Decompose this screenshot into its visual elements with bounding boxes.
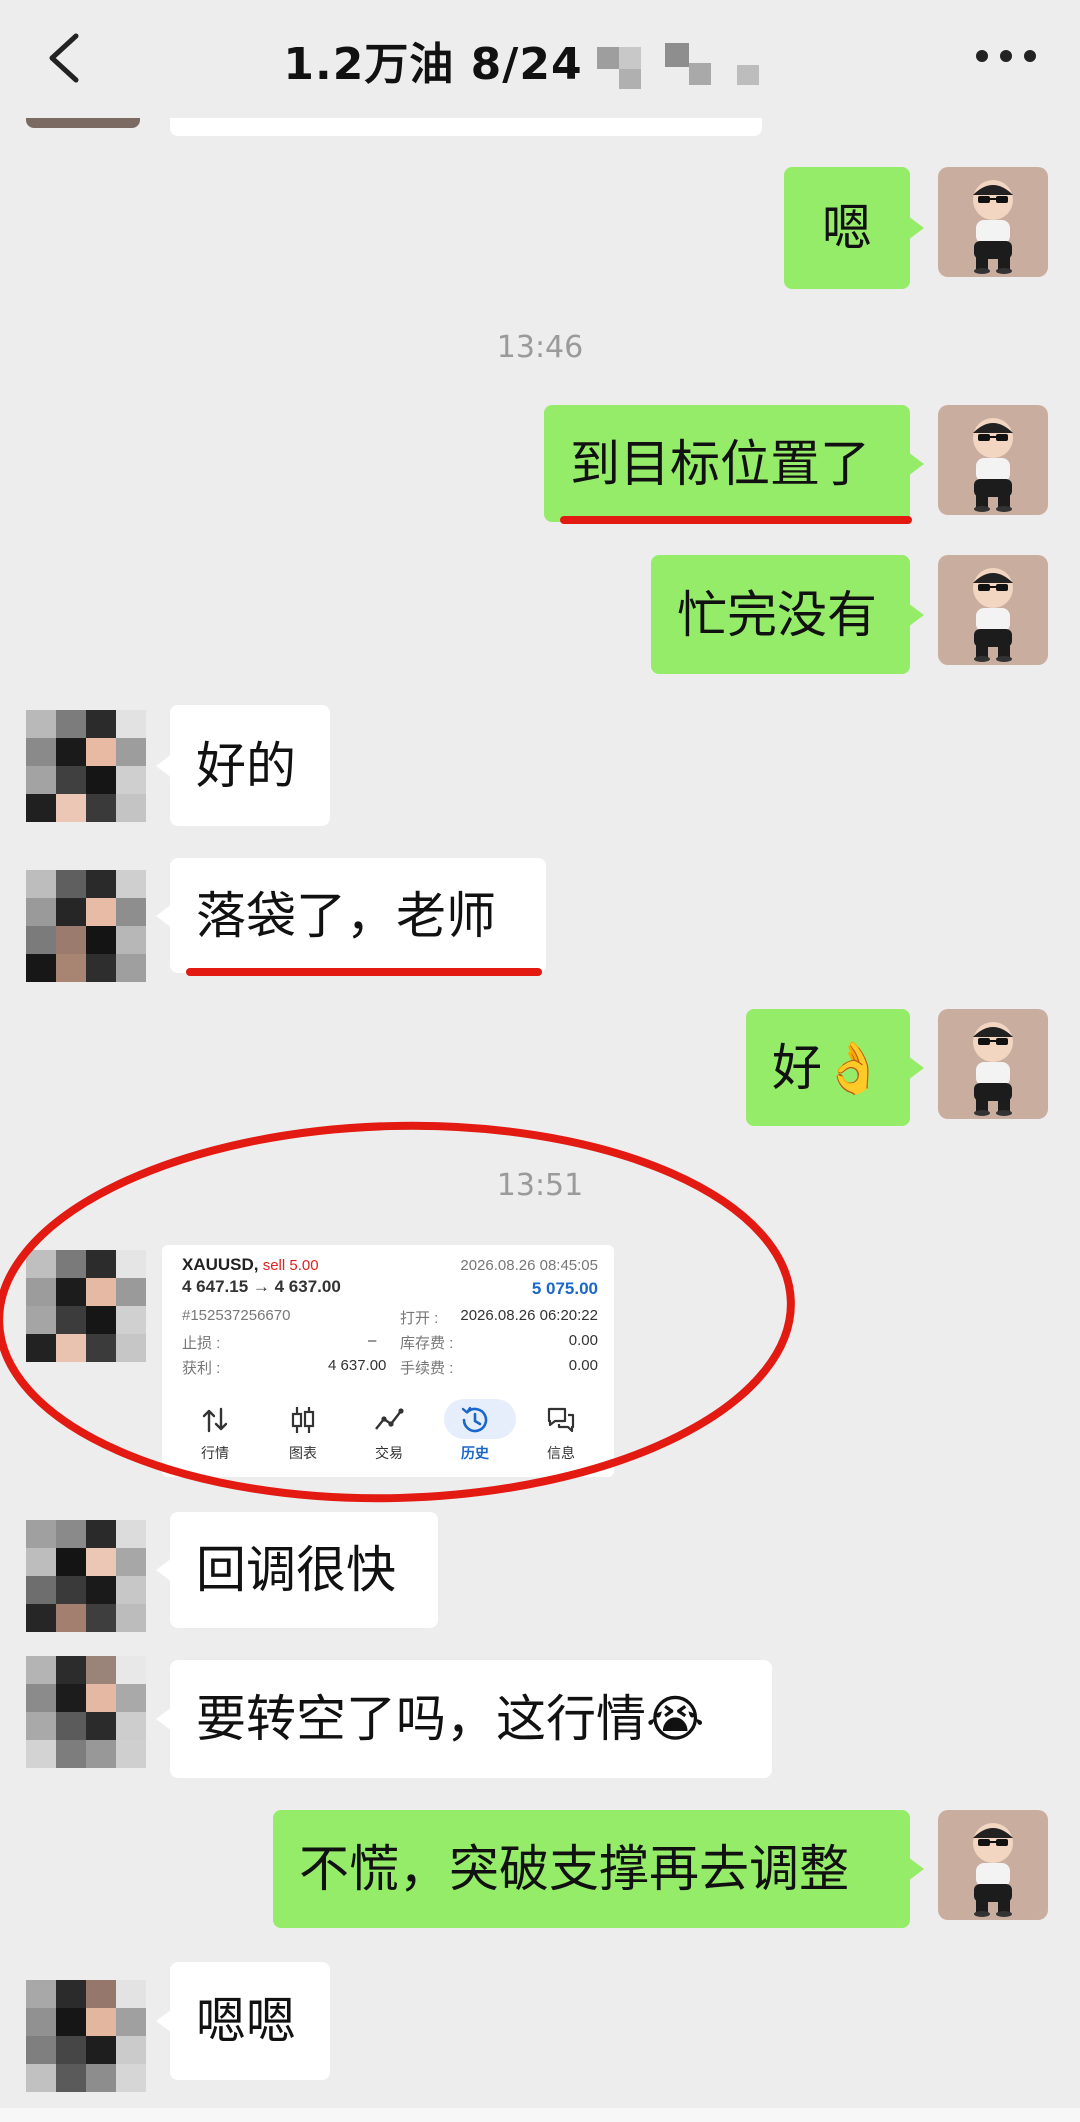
message-bubble-other[interactable]: 回调很快 [156,1512,438,1628]
message-bubble-other[interactable]: 要转空了吗，这行情😭 [156,1660,772,1778]
more-options-icon[interactable] [976,50,1036,66]
chat-header: 1.2万油 8/24 [0,0,1080,118]
avatar-contact-mosaic[interactable] [26,1656,146,1768]
avatar-contact-mosaic[interactable] [26,710,146,822]
avatar-partial [26,118,140,128]
chat-title: 1.2万油 8/24 [0,28,1080,95]
message-text: 好👌 [772,1038,885,1097]
input-bar-edge [0,2108,1080,2122]
cartoon-avatar-icon [938,555,1048,665]
message-text: 好的 [196,736,296,795]
message-text: 到目标位置了 [570,434,870,493]
red-circle-annotation [0,1121,795,1503]
cartoon-avatar-icon [938,1009,1048,1119]
red-underline-annotation [560,516,912,524]
cartoon-avatar-icon [938,405,1048,515]
avatar-self[interactable] [938,1810,1048,1920]
avatar-contact-mosaic[interactable] [26,1980,146,2092]
avatar-self[interactable] [938,1009,1048,1119]
message-text: 要转空了吗，这行情😭 [196,1690,705,1748]
avatar-self[interactable] [938,405,1048,515]
message-text: 忙完没有 [677,585,877,644]
message-text: 回调很快 [196,1541,396,1599]
red-underline-annotation [186,968,542,976]
tab-label: 历史 [461,1445,489,1461]
redacted-title-mosaic [596,39,797,95]
timestamp: 13:46 [496,330,584,365]
message-bubble-other[interactable]: 嗯嗯 [156,1962,330,2080]
message-text: 嗯 [822,199,872,257]
message-bubble-other[interactable]: 好的 [156,705,330,826]
cartoon-avatar-icon [938,167,1048,277]
message-bubble-other[interactable]: 落袋了，老师 [156,858,546,973]
message-bubble-self[interactable]: 到目标位置了 [544,405,924,522]
history-clock-icon [461,1406,488,1433]
avatar-contact-mosaic[interactable] [26,870,146,982]
message-bubble-self[interactable]: 嗯 [784,167,924,289]
message-text: 嗯嗯 [196,1992,296,2050]
message-bubble-self[interactable]: 忙完没有 [651,555,924,674]
cartoon-avatar-icon [938,1810,1048,1920]
message-text: 落袋了，老师 [196,886,496,945]
message-bubble-self[interactable]: 不慌，突破支撑再去调整 [273,1810,924,1928]
avatar-contact-mosaic[interactable] [26,1520,146,1632]
avatar-self[interactable] [938,167,1048,277]
chat-title-text: 1.2万油 8/24 [283,39,583,90]
avatar-self[interactable] [938,555,1048,665]
message-bubble-partial [170,118,762,136]
message-bubble-self[interactable]: 好👌 [746,1009,924,1126]
message-text: 不慌，突破支撑再去调整 [299,1840,849,1898]
